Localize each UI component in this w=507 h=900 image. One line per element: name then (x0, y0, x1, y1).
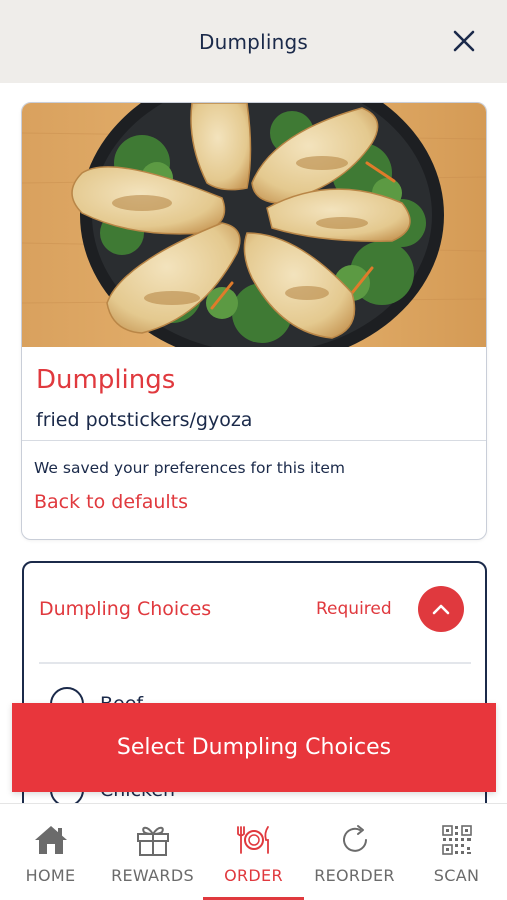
divider (39, 662, 471, 664)
scroll-content[interactable]: Dumplings fried potstickers/gyoza We sav… (0, 83, 507, 803)
section-title: Dumpling Choices (39, 598, 212, 620)
close-button[interactable] (449, 26, 479, 56)
tab-label: ORDER (224, 866, 283, 885)
home-icon (31, 820, 71, 860)
divider (22, 440, 486, 441)
tab-order[interactable]: ORDER (203, 804, 304, 900)
dumplings-photo (22, 103, 486, 347)
qr-code-icon (437, 820, 477, 860)
top-bar: Dumplings (0, 0, 507, 83)
chevron-up-icon (432, 604, 450, 615)
saved-preferences-note: We saved your preferences for this item (34, 459, 346, 477)
tab-scan[interactable]: SCAN (406, 804, 507, 900)
tab-label: REORDER (314, 866, 395, 885)
item-card: Dumplings fried potstickers/gyoza We sav… (21, 102, 487, 540)
required-badge: Required (316, 599, 392, 619)
collapse-button[interactable] (418, 586, 464, 632)
item-name: Dumplings (36, 365, 176, 395)
tab-label: HOME (25, 866, 76, 885)
tab-label: SCAN (433, 866, 480, 885)
fork-plate-knife-icon (234, 820, 274, 860)
tab-label: REWARDS (111, 866, 194, 885)
close-icon (453, 30, 475, 52)
select-choices-button[interactable]: Select Dumpling Choices (12, 703, 496, 792)
page-title: Dumplings (199, 29, 308, 54)
back-to-defaults-link[interactable]: Back to defaults (34, 491, 188, 513)
item-description: fried potstickers/gyoza (36, 409, 253, 431)
tab-home[interactable]: HOME (0, 804, 101, 900)
tab-rewards[interactable]: REWARDS (102, 804, 203, 900)
bottom-tab-bar: HOME REWARDS ORDER REORDER SCAN (0, 803, 507, 900)
refresh-icon (335, 820, 375, 860)
gift-icon (133, 820, 173, 860)
tab-reorder[interactable]: REORDER (304, 804, 405, 900)
